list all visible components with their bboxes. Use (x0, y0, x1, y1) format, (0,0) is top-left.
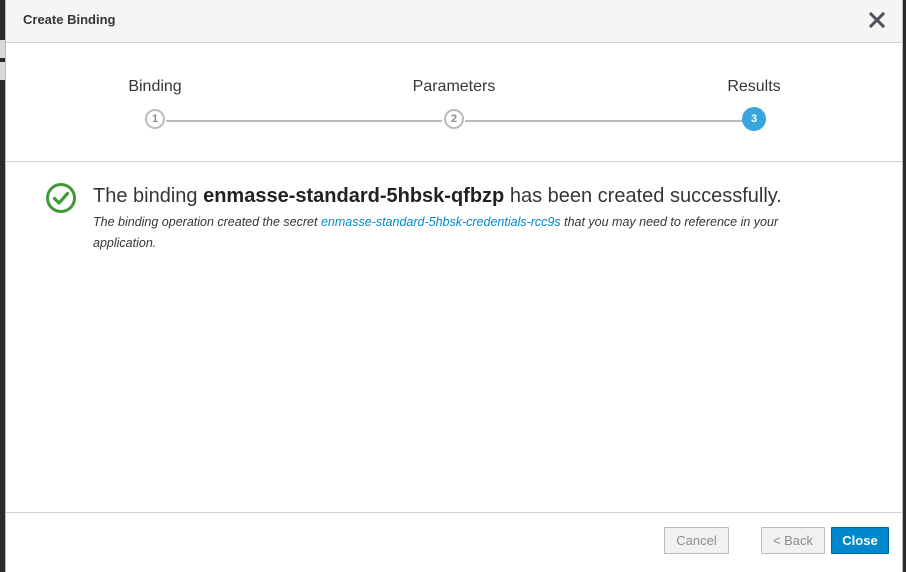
create-binding-dialog: Create Binding Binding 1 Parameters 2 Re… (5, 0, 903, 572)
step-label-binding: Binding (128, 78, 182, 95)
step-label-results: Results (727, 78, 781, 95)
dialog-title: Create Binding (23, 12, 116, 27)
step-circle-binding: 1 (145, 109, 165, 129)
result-title-prefix: The binding (93, 185, 198, 207)
result-title-suffix: has been created successfully. (509, 185, 782, 207)
secret-link[interactable]: enmasse-standard-5hbsk-credentials-rcc9s (321, 215, 561, 229)
result-title: The binding enmasse-standard-5hbsk-qfbzp… (93, 185, 782, 208)
close-icon[interactable] (866, 9, 888, 31)
back-button[interactable]: < Back (761, 527, 825, 554)
result-description: The binding operation created the secret… (93, 212, 813, 254)
wizard-steps: Binding 1 Parameters 2 Results 3 (6, 43, 902, 162)
step-circle-parameters: 2 (444, 109, 464, 129)
result-desc-prefix: The binding operation created the secret (93, 215, 318, 229)
dialog-footer: Cancel < Back Close (6, 512, 902, 572)
dialog-header: Create Binding (6, 0, 902, 43)
step-connector (465, 120, 743, 122)
step-label-parameters: Parameters (412, 78, 496, 95)
close-button[interactable]: Close (831, 527, 889, 554)
binding-name: enmasse-standard-5hbsk-qfbzp (203, 185, 505, 207)
step-connector (166, 120, 442, 122)
success-check-icon (46, 183, 76, 213)
step-circle-results: 3 (742, 107, 766, 131)
cancel-button[interactable]: Cancel (664, 527, 729, 554)
